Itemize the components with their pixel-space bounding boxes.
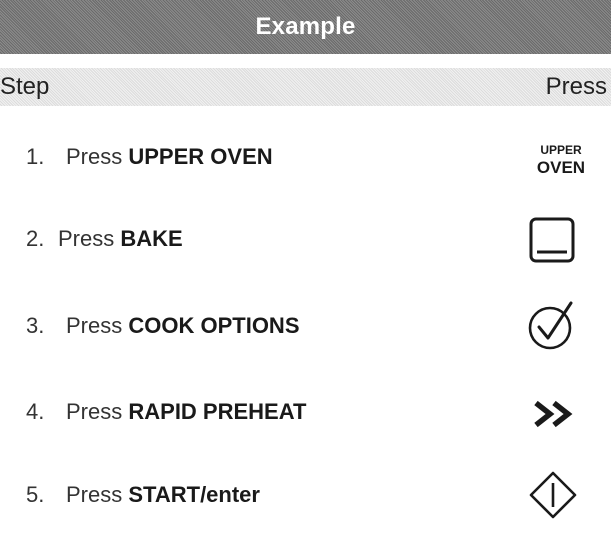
step-instruction: Press COOK OPTIONS — [66, 306, 300, 346]
step-row-2: 2. Press BAKE — [26, 219, 611, 259]
step-number: 4. — [26, 399, 45, 424]
step-keyword: BAKE — [120, 226, 183, 251]
column-header-press: Press — [545, 73, 607, 100]
step-row-5: 5. Press START/enter — [26, 475, 611, 515]
bake-icon — [527, 215, 577, 265]
step-keyword: RAPID PREHEAT — [128, 399, 307, 424]
upper-oven-key-line2: OVEN — [536, 158, 586, 177]
start-diamond-icon — [527, 469, 579, 521]
step-verb: Press — [66, 399, 123, 424]
step-verb: Press — [66, 144, 123, 169]
step-number: 1. — [26, 144, 45, 169]
column-header-step: Step — [0, 73, 50, 100]
table-title-bar: Example — [0, 0, 611, 54]
step-instruction: Press UPPER OVEN — [66, 137, 273, 177]
step-row-3: 3. Press COOK OPTIONS — [26, 306, 611, 346]
step-number: 5. — [26, 482, 45, 507]
step-verb: Press — [66, 482, 123, 507]
step-verb: Press — [66, 313, 123, 338]
step-keyword: COOK OPTIONS — [128, 313, 300, 338]
instruction-table: Example Step Press 1. Press UPPER OVEN U… — [0, 0, 611, 535]
step-row-4: 4. Press RAPID PREHEAT — [26, 392, 611, 432]
step-keyword: START/enter — [128, 482, 260, 507]
double-chevron-right-icon — [531, 397, 577, 431]
step-number: 2. — [26, 226, 45, 251]
step-verb: Press — [58, 226, 115, 251]
step-instruction: Press START/enter — [66, 475, 260, 515]
check-circle-icon — [525, 297, 579, 353]
table-header-row: Step Press — [0, 68, 611, 106]
step-instruction: Press BAKE — [58, 219, 183, 259]
step-number: 3. — [26, 313, 45, 338]
step-instruction: Press RAPID PREHEAT — [66, 392, 306, 432]
step-keyword: UPPER OVEN — [128, 144, 273, 169]
step-row-1: 1. Press UPPER OVEN — [26, 137, 611, 177]
upper-oven-key: UPPER OVEN — [529, 136, 593, 184]
upper-oven-key-line1: UPPER — [540, 143, 582, 157]
table-title: Example — [255, 13, 356, 40]
